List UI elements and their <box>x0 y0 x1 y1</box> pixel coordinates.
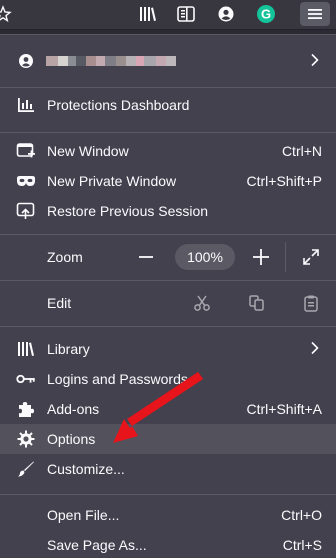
menu-item-addons[interactable]: Add-ons Ctrl+Shift+A <box>0 394 336 424</box>
chevron-right-icon <box>310 341 320 358</box>
zoom-out-button[interactable] <box>133 244 159 270</box>
paste-button[interactable] <box>298 290 324 316</box>
grammarly-letter: G <box>261 7 271 22</box>
menu-item-label: New Private Window <box>47 173 177 189</box>
shortcut-label: Ctrl+Shift+A <box>246 401 322 417</box>
menu-item-customize[interactable]: Customize... <box>0 454 336 484</box>
menu-item-logins-passwords[interactable]: Logins and Passwords <box>0 364 336 394</box>
library-icon[interactable] <box>135 2 161 26</box>
chevron-right-icon <box>310 53 320 70</box>
app-menu-panel: Protections Dashboard New Window Ctrl+N … <box>0 34 336 558</box>
menu-item-new-window[interactable]: New Window Ctrl+N <box>0 136 336 166</box>
edit-label: Edit <box>47 295 72 311</box>
separator <box>0 280 336 281</box>
separator <box>0 326 336 327</box>
paintbrush-icon <box>16 459 36 479</box>
account-icon[interactable] <box>213 2 239 26</box>
account-email-redacted <box>46 56 176 66</box>
browser-toolbar: G <box>0 0 336 30</box>
menu-item-label: Logins and Passwords <box>47 371 188 387</box>
account-row[interactable] <box>0 46 336 76</box>
zoom-in-button[interactable] <box>248 244 274 270</box>
fullscreen-button[interactable] <box>298 244 324 270</box>
shortcut-label: Ctrl+O <box>281 507 322 523</box>
menu-item-protections-dashboard[interactable]: Protections Dashboard <box>0 90 336 120</box>
divider <box>285 242 286 272</box>
copy-button[interactable] <box>244 290 270 316</box>
menu-item-options[interactable]: Options <box>0 424 336 454</box>
chart-icon <box>16 95 36 115</box>
separator <box>0 87 336 88</box>
scissors-icon <box>194 295 210 311</box>
account-icon <box>16 51 36 71</box>
menu-item-label: Library <box>47 341 90 357</box>
menu-item-label: New Window <box>47 143 129 159</box>
menu-item-label: Add-ons <box>47 401 100 417</box>
library-icon <box>16 339 36 359</box>
separator <box>0 132 336 133</box>
menu-item-library[interactable]: Library <box>0 334 336 364</box>
restore-session-icon <box>16 201 36 221</box>
grammarly-icon[interactable]: G <box>253 2 279 26</box>
menu-item-label: Options <box>47 431 96 447</box>
key-icon <box>16 369 36 389</box>
zoom-reset-button[interactable]: 100% <box>175 244 235 270</box>
hamburger-menu-icon[interactable] <box>300 2 330 26</box>
private-mask-icon <box>16 171 36 191</box>
shortcut-label: Ctrl+N <box>281 143 322 159</box>
menu-item-new-private-window[interactable]: New Private Window Ctrl+Shift+P <box>0 166 336 196</box>
menu-item-save-page[interactable]: Save Page As... Ctrl+S <box>0 530 336 558</box>
fullscreen-icon <box>303 249 319 265</box>
zoom-label: Zoom <box>47 249 83 265</box>
zoom-value: 100% <box>187 249 223 265</box>
separator <box>0 494 336 495</box>
puzzle-piece-icon <box>16 399 36 419</box>
menu-item-restore-session[interactable]: Restore Previous Session <box>0 196 336 226</box>
new-window-icon <box>16 141 36 161</box>
separator <box>0 234 336 235</box>
star-icon[interactable] <box>0 2 16 26</box>
menu-item-open-file[interactable]: Open File... Ctrl+O <box>0 500 336 530</box>
menu-item-label: Customize... <box>47 461 125 477</box>
sidebar-icon[interactable] <box>173 2 199 26</box>
cut-button[interactable] <box>189 290 215 316</box>
menu-item-label: Restore Previous Session <box>47 203 209 219</box>
shortcut-label: Ctrl+S <box>282 537 322 553</box>
edit-row: Edit <box>0 288 336 318</box>
menu-item-label: Save Page As... <box>47 537 147 553</box>
menu-item-label: Protections Dashboard <box>47 97 190 113</box>
menu-item-label: Open File... <box>47 507 120 523</box>
copy-icon <box>249 295 264 311</box>
clipboard-icon <box>304 295 318 312</box>
shortcut-label: Ctrl+Shift+P <box>246 173 322 189</box>
gear-icon <box>16 429 36 449</box>
